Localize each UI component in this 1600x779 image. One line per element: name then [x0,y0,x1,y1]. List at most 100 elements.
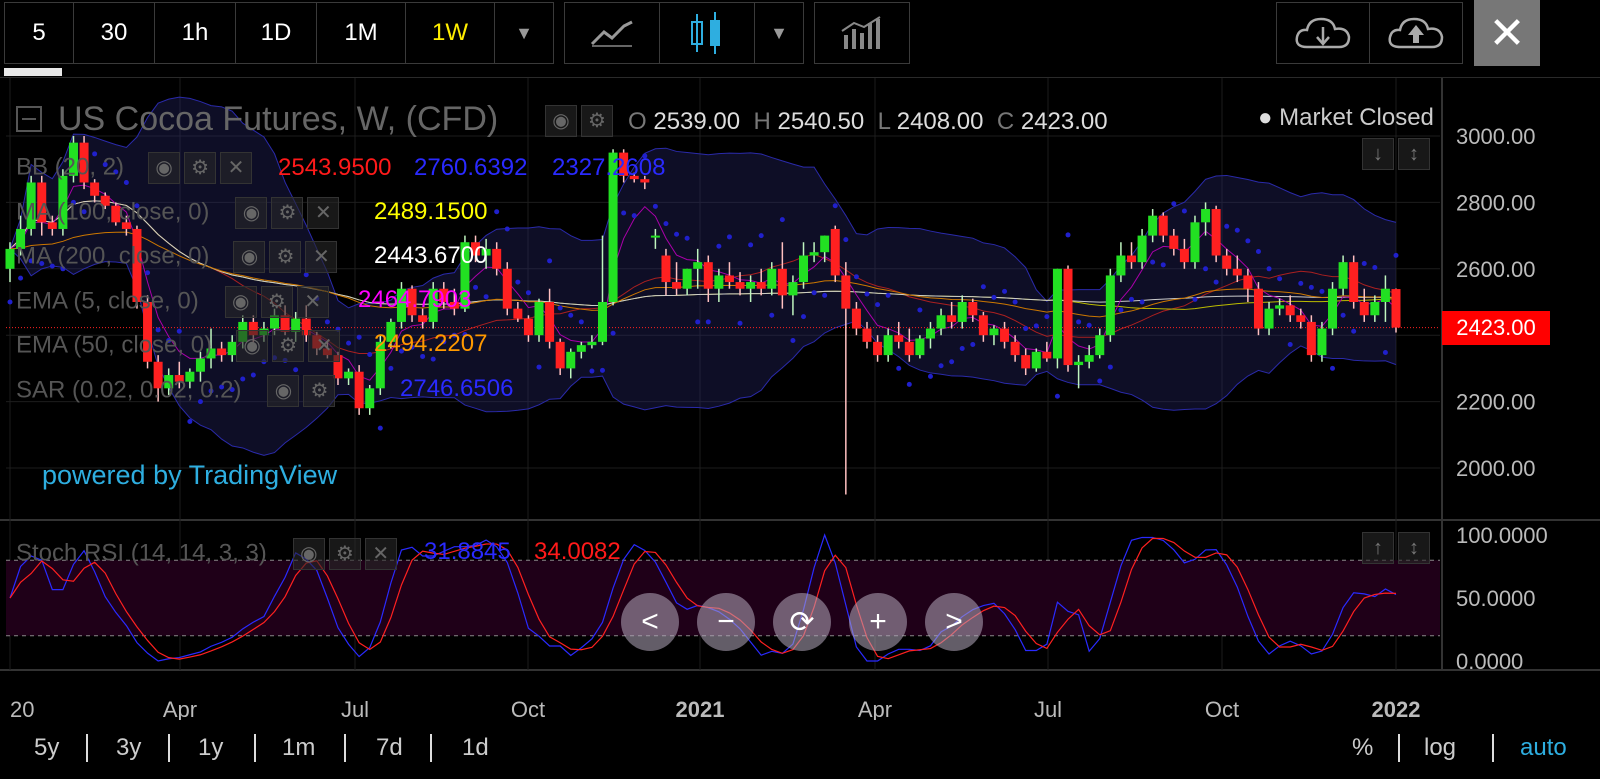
range-3y-button[interactable]: 3y [116,734,141,762]
sar-value: 2746.6506 [400,375,514,402]
interval-1w-button[interactable]: 1W [405,2,495,64]
expand-vertical-icon[interactable]: ↕ [1398,138,1430,170]
candle-body [354,371,364,409]
scroll-right-button[interactable]: > [925,593,983,651]
sar-dot [822,292,828,298]
sar-dot [1044,314,1050,320]
sar-dot [557,305,563,311]
sar-dot [1012,299,1018,305]
remove-icon[interactable]: ✕ [308,330,341,362]
indicators-icon[interactable] [814,2,910,64]
sar-dot [1097,378,1103,384]
chart-type-dropdown-icon[interactable]: ▼ [754,2,804,64]
collapse-icon[interactable] [16,106,42,132]
candle-body [1063,268,1073,366]
remove-icon[interactable]: ✕ [220,152,253,184]
gear-icon[interactable]: ⚙ [303,375,336,407]
remove-icon[interactable]: ✕ [364,538,397,570]
candlestick-icon[interactable] [659,2,755,64]
gear-icon[interactable]: ⚙ [271,197,304,229]
eye-icon[interactable]: ◉ [236,330,269,362]
powered-by-link[interactable]: powered by TradingView [42,460,337,491]
eye-icon[interactable]: ◉ [292,538,325,570]
time-tick-label: 2022 [1372,697,1421,720]
sar-label: SAR (0.02, 0.02, 0.2) [16,376,242,404]
gear-icon[interactable]: ⚙ [272,330,305,362]
close-icon[interactable]: ✕ [1474,0,1540,66]
sar-dot [726,234,732,240]
remove-icon[interactable]: ✕ [296,286,329,318]
range-1m-button[interactable]: 1m [282,734,315,762]
gear-icon[interactable]: ⚙ [184,152,217,184]
gear-icon[interactable]: ⚙ [260,286,293,318]
reset-button[interactable]: ⟳ [773,593,831,651]
sar-dot [1224,223,1230,229]
sar-dot [1192,296,1198,302]
arrow-down-icon[interactable]: ↓ [1362,138,1394,170]
expand-vertical-icon[interactable]: ↕ [1398,532,1430,564]
sar-dot [631,213,637,219]
eye-icon[interactable]: ◉ [233,241,266,273]
ma100-label: MA (100, close, 0) [16,198,210,226]
range-7d-button[interactable]: 7d [376,734,403,762]
remove-icon[interactable]: ✕ [307,197,340,229]
range-1d-button[interactable]: 1d [462,734,489,762]
sar-dot [515,279,521,285]
market-status: ● Market Closed [1258,104,1434,132]
eye-icon[interactable]: ◉ [235,197,268,229]
sar-dot [303,272,309,278]
line-chart-icon[interactable] [564,2,660,64]
sar-dot [578,319,584,325]
candle-body [1370,302,1380,316]
candle-body [1052,268,1062,359]
eye-icon[interactable]: ◉ [267,375,300,407]
interval-dropdown-icon[interactable]: ▼ [494,2,554,64]
candle-body [661,255,671,283]
zoom-in-button[interactable]: + [849,593,907,651]
interval-1d-button[interactable]: 1D [235,2,317,64]
sar-dot [1054,393,1060,399]
candle-body [947,315,957,322]
scale-percent-button[interactable]: % [1352,734,1373,762]
scale-auto-button[interactable]: auto [1520,734,1567,762]
ohlc-readout: O 2539.00 H 2540.50 L 2408.00 C 2423.00 [628,108,1108,136]
arrow-up-icon[interactable]: ↑ [1362,532,1394,564]
candle-body [344,371,354,379]
scale-log-button[interactable]: log [1424,734,1456,762]
ema50-value: 2494.2207 [374,330,488,357]
candle-body [1232,268,1242,276]
cloud-upload-icon[interactable] [1369,2,1463,64]
sar-dot [769,312,775,318]
range-1y-button[interactable]: 1y [198,734,223,762]
candle-body [1126,255,1136,263]
eye-icon[interactable]: ◉ [224,286,257,318]
gear-icon[interactable]: ⚙ [328,538,361,570]
interval-1h-button[interactable]: 1h [154,2,236,64]
sar-dot [705,319,711,325]
candle-body [714,275,724,289]
gear-icon[interactable]: ⚙ [269,241,302,273]
scroll-left-button[interactable]: < [621,593,679,651]
eye-icon[interactable]: ◉ [148,152,181,184]
zoom-out-button[interactable]: − [697,593,755,651]
sar-dot [1308,284,1314,290]
settings-icon[interactable]: ⚙ [581,105,613,137]
cloud-download-icon[interactable] [1276,2,1370,64]
sar-dot [864,291,870,297]
sar-dot [1330,365,1336,371]
sar-dot [1266,266,1272,272]
range-5y-button[interactable]: 5y [34,734,59,762]
candle-body [1222,255,1232,269]
visibility-icon[interactable]: ◉ [545,105,577,137]
candle-body [502,268,512,309]
sar-dot [980,284,986,290]
interval-1m-button[interactable]: 1M [316,2,406,64]
sar-dot [1287,341,1293,347]
interval-5-button[interactable]: 5 [4,2,74,64]
remove-icon[interactable]: ✕ [305,241,338,273]
sar-dot [959,345,965,351]
ma200-value: 2443.6700 [374,242,488,269]
time-tick-label: 2021 [676,697,725,720]
interval-30-button[interactable]: 30 [73,2,155,64]
candle-body [1253,288,1263,329]
